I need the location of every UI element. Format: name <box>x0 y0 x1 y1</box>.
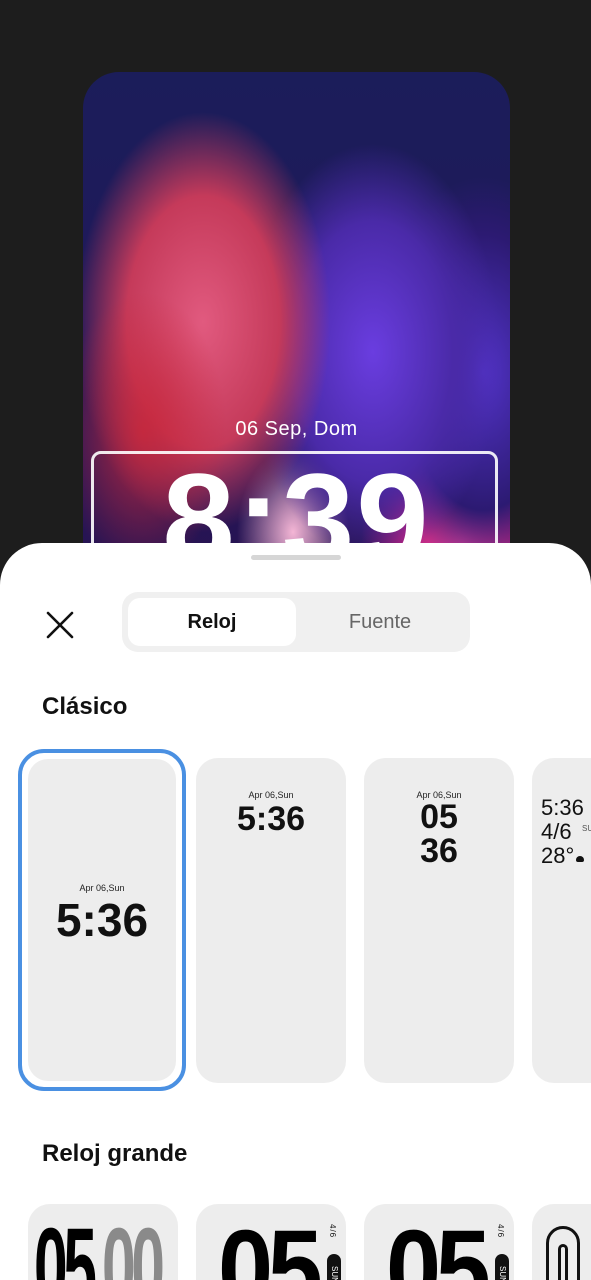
card-date: Apr 06,Sun <box>248 790 294 800</box>
card-time: 5:36 <box>236 800 306 838</box>
card-day-badge: SUN <box>495 1254 509 1280</box>
card-date: 4/6 <box>496 1224 505 1239</box>
card-hour: 05 <box>34 1206 97 1280</box>
card-preview: Apr 06,Sun 5:36 <box>28 759 176 1081</box>
close-icon <box>46 611 74 639</box>
card-date: Apr 06,Sun <box>79 883 125 893</box>
card-minute: 00 <box>102 1206 165 1280</box>
clock-style-card-big-3[interactable]: 05 4/6 SUN <box>364 1204 514 1280</box>
outline-digit-inner <box>558 1244 568 1280</box>
preview-date: 06 Sep, Dom <box>235 418 358 440</box>
card-temp: 28° <box>541 843 575 868</box>
card-time: 5:36 <box>55 894 149 946</box>
card-day-badge: SUN <box>327 1254 341 1280</box>
clock-font-tabs: Reloj Fuente <box>122 592 470 652</box>
tab-fuente[interactable]: Fuente <box>296 598 464 646</box>
card-time: 5:36 <box>541 795 584 820</box>
weather-icon <box>576 856 584 862</box>
section-title-clasico: Clásico <box>42 693 128 720</box>
card-hour: 05 <box>218 1208 323 1280</box>
section-title-reloj-grande: Reloj grande <box>42 1140 188 1167</box>
close-button[interactable] <box>40 605 80 645</box>
clock-style-card-classic-1[interactable]: Apr 06,Sun 5:36 <box>18 749 186 1091</box>
card-date: 4/6 <box>328 1224 337 1239</box>
card-day: SUN <box>582 824 591 833</box>
clock-style-sheet: Reloj Fuente Clásico Apr 06,Sun 5:36 Apr… <box>0 543 591 1280</box>
clock-style-card-big-4[interactable] <box>532 1204 591 1280</box>
card-minute: 36 <box>420 832 458 870</box>
tab-reloj[interactable]: Reloj <box>128 598 296 646</box>
card-hour: 05 <box>420 798 458 836</box>
clock-style-card-classic-3[interactable]: Apr 06,Sun 05 36 <box>364 758 514 1083</box>
clock-style-card-classic-2[interactable]: Apr 06,Sun 5:36 <box>196 758 346 1083</box>
clock-style-card-big-2[interactable]: 05 4/6 SUN <box>196 1204 346 1280</box>
sheet-grabber[interactable] <box>251 555 341 560</box>
card-date-line: 4/6 <box>541 819 572 844</box>
clock-style-card-big-1[interactable]: 05 00 <box>28 1204 178 1280</box>
clock-style-card-classic-4[interactable]: 5:36 4/6 SUN 28° <box>532 758 591 1083</box>
card-hour: 05 <box>386 1208 491 1280</box>
